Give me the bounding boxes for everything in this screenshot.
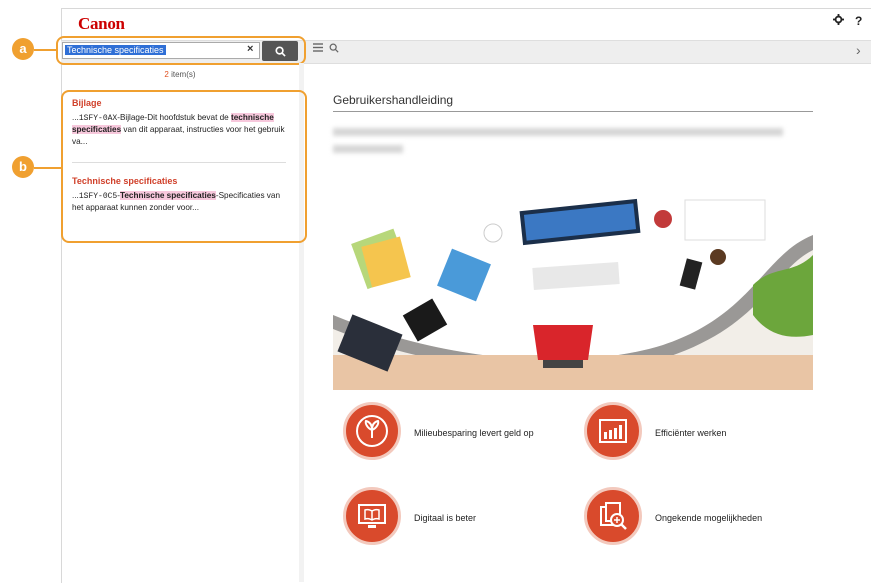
feature-label[interactable]: Milieubesparing levert geld op xyxy=(414,428,534,438)
result-count-suffix: item(s) xyxy=(171,70,196,79)
help-icon[interactable]: ? xyxy=(855,14,862,28)
hamburger-icon[interactable] xyxy=(313,43,323,55)
feature-label[interactable]: Ongekende mogelijkheden xyxy=(655,513,762,523)
documents-search-icon[interactable] xyxy=(584,487,642,545)
search-highlight-frame xyxy=(56,36,306,65)
hero-illustration xyxy=(333,195,813,390)
page-title: Gebruikershandleiding xyxy=(333,93,454,107)
blurred-model-list xyxy=(333,124,803,162)
results-highlight-frame xyxy=(61,90,307,243)
callout-b-line xyxy=(34,167,61,169)
callout-b: b xyxy=(12,156,34,178)
feature-label[interactable]: Efficiënter werken xyxy=(655,428,726,438)
next-page-button[interactable]: › xyxy=(856,42,861,58)
feature-label[interactable]: Digitaal is beter xyxy=(414,513,476,523)
leaf-icon[interactable] xyxy=(343,402,401,460)
callout-a-line xyxy=(34,49,56,51)
callout-a: a xyxy=(12,38,34,60)
result-count: 2 item(s) xyxy=(61,70,299,79)
title-divider xyxy=(333,111,813,112)
monitor-book-icon[interactable] xyxy=(343,487,401,545)
canon-logo: Canon xyxy=(78,14,125,33)
toolbar-search-icon[interactable] xyxy=(329,43,339,56)
gear-icon[interactable] xyxy=(833,14,844,28)
result-count-number: 2 xyxy=(164,70,169,79)
bar-chart-icon[interactable] xyxy=(584,402,642,460)
